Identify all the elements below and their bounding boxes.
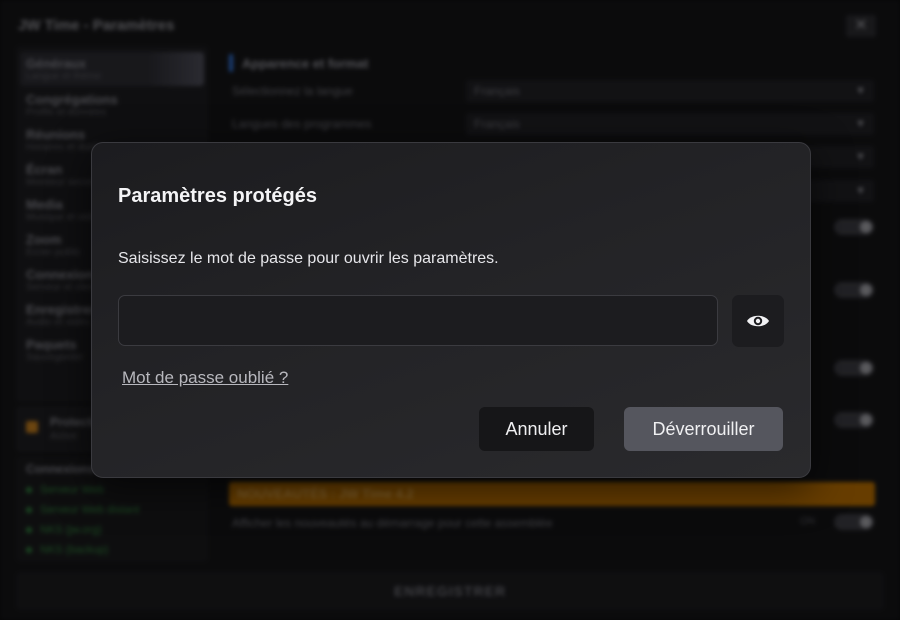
dialog-description: Saisissez le mot de passe pour ouvrir le… bbox=[118, 250, 499, 267]
toggle-password-visibility-button[interactable] bbox=[732, 295, 784, 347]
eye-icon bbox=[747, 315, 769, 327]
forgot-password-link[interactable]: Mot de passe oublié ? bbox=[122, 368, 288, 388]
protected-settings-dialog: Paramètres protégés Saisissez le mot de … bbox=[91, 142, 811, 478]
unlock-button[interactable]: Déverrouiller bbox=[624, 407, 783, 451]
dialog-title: Paramètres protégés bbox=[118, 185, 317, 207]
password-input[interactable] bbox=[118, 295, 718, 346]
cancel-button[interactable]: Annuler bbox=[479, 407, 594, 451]
